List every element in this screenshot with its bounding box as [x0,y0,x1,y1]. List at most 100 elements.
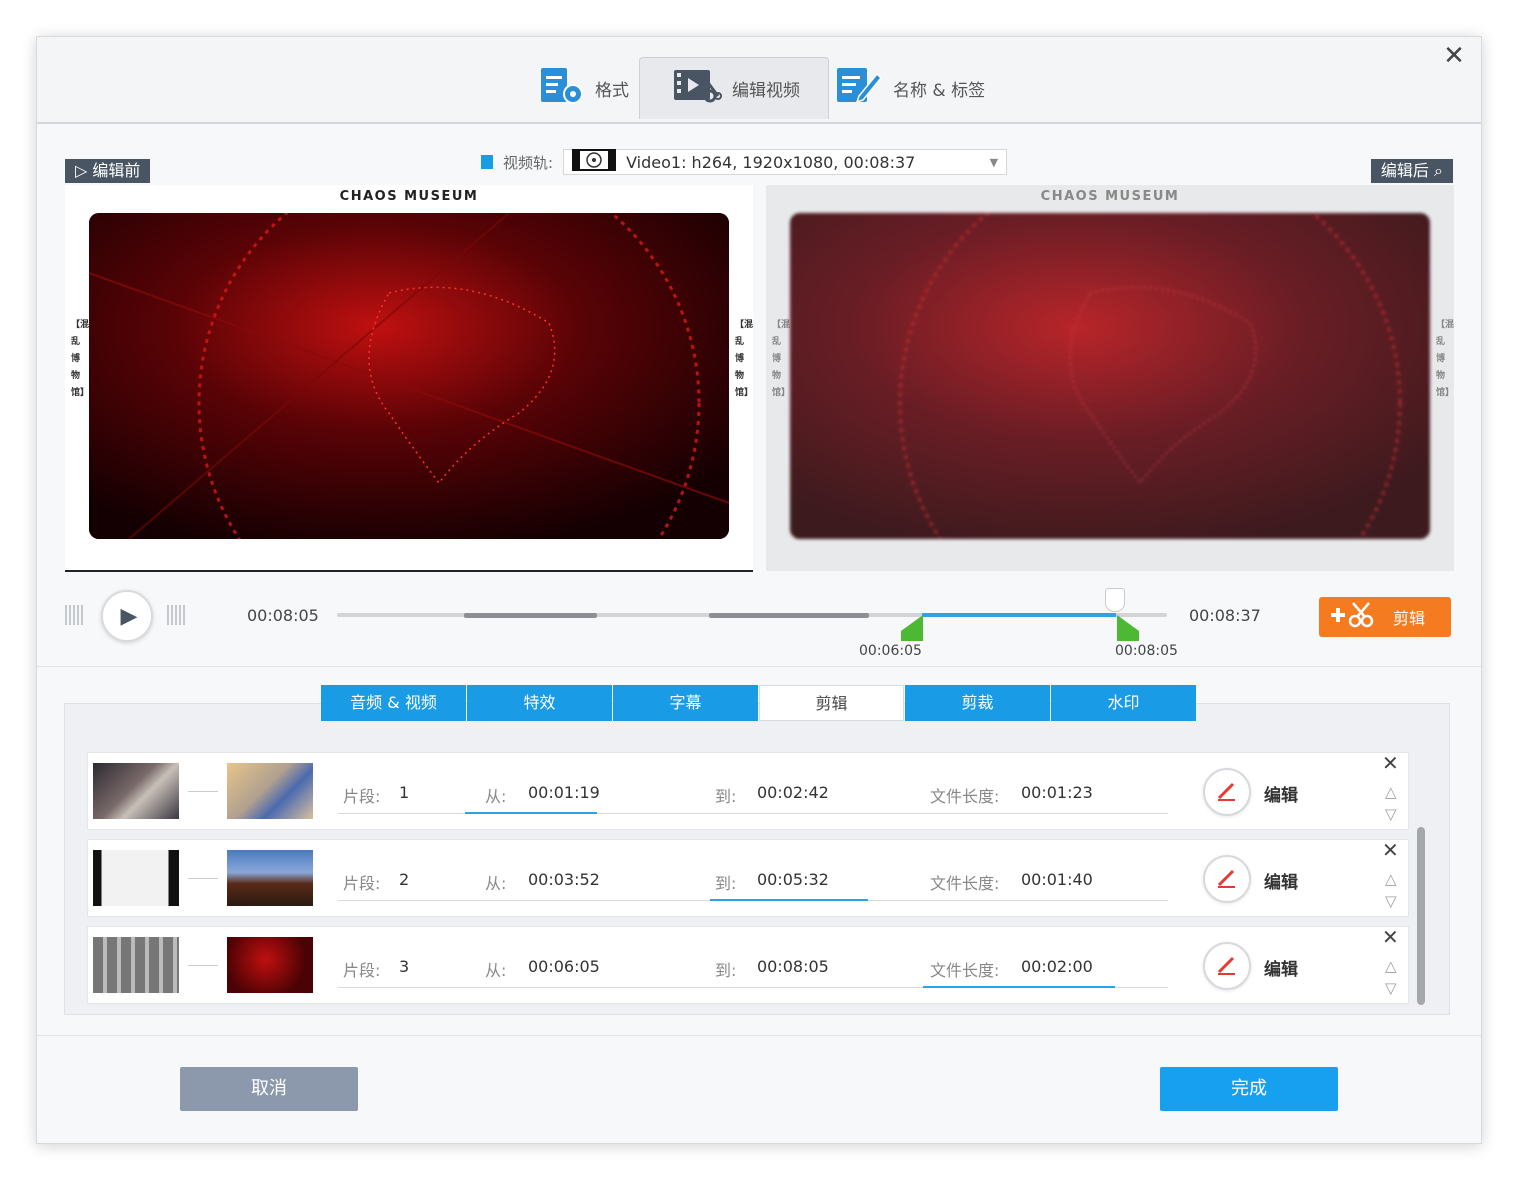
delete-segment-icon[interactable]: ✕ [1382,925,1399,949]
side-caption-right-blurred: 【混乱博物馆】 [1436,320,1455,398]
tab-name-tag-label: 名称 & 标签 [893,80,986,101]
tab-cut[interactable]: 剪辑 [759,685,904,721]
add-cut-label: 剪辑 [1393,609,1426,628]
pencil-icon [1215,865,1239,893]
segment-index: 3 [399,957,410,976]
from-time-input[interactable]: 00:03:52 [528,870,600,889]
thumbnail-connector [188,878,218,879]
play-button[interactable]: ▶ [101,590,153,642]
length-value: 00:01:23 [1021,783,1093,802]
chevron-down-icon: ▼ [989,155,999,169]
to-time-input[interactable]: 00:05:32 [757,870,829,889]
from-time-input[interactable]: 00:06:05 [528,957,600,976]
tab-edit-video[interactable]: 编辑视频 [639,57,829,119]
current-time: 00:08:05 [247,606,319,625]
delete-segment-icon[interactable]: ✕ [1382,838,1399,862]
length-label: 文件长度: [930,961,1000,980]
track-icon [481,155,493,169]
add-cut-button[interactable]: 剪辑 [1319,597,1451,637]
segment-end-thumbnail [227,850,313,906]
video-title-text-blurred: CHAOS MUSEUM [1040,189,1180,204]
length-label: 文件长度: [930,787,1000,806]
from-time-input[interactable]: 00:01:19 [528,783,600,802]
before-pane-divider [65,570,753,572]
footer-divider [37,1035,1481,1036]
to-time-input[interactable]: 00:08:05 [757,957,829,976]
move-down-icon[interactable]: ▽ [1385,979,1397,997]
segment-start-thumbnail [93,937,179,993]
cancel-button[interactable]: 取消 [180,1067,358,1111]
length-label: 文件长度: [930,874,1000,893]
side-caption-right: 【混乱博物馆】 [735,320,754,398]
segment-row: 片段: 2 从: 00:03:52 到: 00:05:32 文件长度: 00:0… [87,838,1409,917]
tab-effects[interactable]: 特效 [467,685,612,721]
length-value: 00:02:00 [1021,957,1093,976]
video-title-text: CHAOS MUSEUM [339,189,479,204]
segment-end-thumbnail [227,763,313,819]
segments-scrollbar[interactable] [1417,827,1425,1005]
video-track-select[interactable]: Video1: h264, 1920x1080, 00:08:37 ▼ [563,149,1008,175]
thumbnail-connector [188,791,218,792]
segment-3-range [922,613,1116,617]
segment-start-thumbnail [93,763,179,819]
edit-segment-button[interactable] [1203,942,1251,990]
edit-segment-button[interactable] [1203,768,1251,816]
from-label: 从: [485,874,507,893]
segment-2-range [709,613,869,618]
move-up-icon[interactable]: △ [1385,783,1397,801]
tab-subtitles[interactable]: 字幕 [613,685,758,721]
delete-segment-icon[interactable]: ✕ [1382,751,1399,775]
after-label: 编辑后 ⌕ [1370,159,1453,183]
name-tag-icon [835,66,883,111]
tab-audio-video[interactable]: 音频 & 视频 [321,685,466,721]
tab-format[interactable]: 格式 [537,57,637,119]
track-value: Video1: h264, 1920x1080, 00:08:37 [626,152,916,172]
tab-edit-video-label: 编辑视频 [732,81,800,101]
side-caption-left-blurred: 【混乱博物馆】 [772,320,791,398]
track-label: 视频轨: [503,153,554,172]
edit-segment-button[interactable] [1203,855,1251,903]
edit-segment-label[interactable]: 编辑 [1264,781,1298,806]
to-label: 到: [715,787,737,806]
film-reel-icon [572,149,617,175]
segment-label: 片段: [343,961,381,980]
tab-format-label: 格式 [595,80,629,101]
move-down-icon[interactable]: ▽ [1385,892,1397,910]
before-video-frame [89,213,729,539]
to-label: 到: [715,961,737,980]
play-outline-icon: ▷ [75,161,88,180]
total-time: 00:08:37 [1189,606,1261,625]
marker-end-time: 00:08:05 [1115,643,1178,659]
move-up-icon[interactable]: △ [1385,870,1397,888]
move-down-icon[interactable]: ▽ [1385,805,1397,823]
playhead-handle[interactable] [1105,588,1125,612]
after-preview-pane: CHAOS MUSEUM 【混乱博物馆】 【混乱博物馆】 [766,185,1454,571]
play-icon: ▶ [120,603,138,629]
segment-index: 2 [399,870,410,889]
segment-start-thumbnail [93,850,179,906]
tab-name-tag[interactable]: 名称 & 标签 [835,57,995,119]
segment-1-range [464,613,597,618]
edit-segment-label[interactable]: 编辑 [1264,868,1298,893]
tab-watermark[interactable]: 水印 [1051,685,1196,721]
segment-index: 1 [399,783,410,802]
segment-label: 片段: [343,787,381,806]
start-marker-handle[interactable] [901,615,925,645]
edit-tab-bar: 音频 & 视频 特效 字幕 剪辑 剪裁 水印 [321,685,1197,721]
active-field-indicator [710,899,868,901]
edit-segment-label[interactable]: 编辑 [1264,955,1298,980]
close-icon[interactable]: ✕ [1441,43,1467,69]
grip-left-icon[interactable] [65,605,85,625]
from-label: 从: [485,787,507,806]
done-button[interactable]: 完成 [1160,1067,1338,1111]
segment-row: 片段: 3 从: 00:06:05 到: 00:08:05 文件长度: 00:0… [87,925,1409,1004]
move-up-icon[interactable]: △ [1385,957,1397,975]
segment-end-thumbnail [227,937,313,993]
grip-right-icon[interactable] [167,605,187,625]
tab-crop[interactable]: 剪裁 [905,685,1050,721]
to-time-input[interactable]: 00:02:42 [757,783,829,802]
end-marker-handle[interactable] [1115,615,1139,645]
segment-label: 片段: [343,874,381,893]
marker-start-time: 00:06:05 [859,643,922,659]
video-edit-icon [672,66,722,111]
